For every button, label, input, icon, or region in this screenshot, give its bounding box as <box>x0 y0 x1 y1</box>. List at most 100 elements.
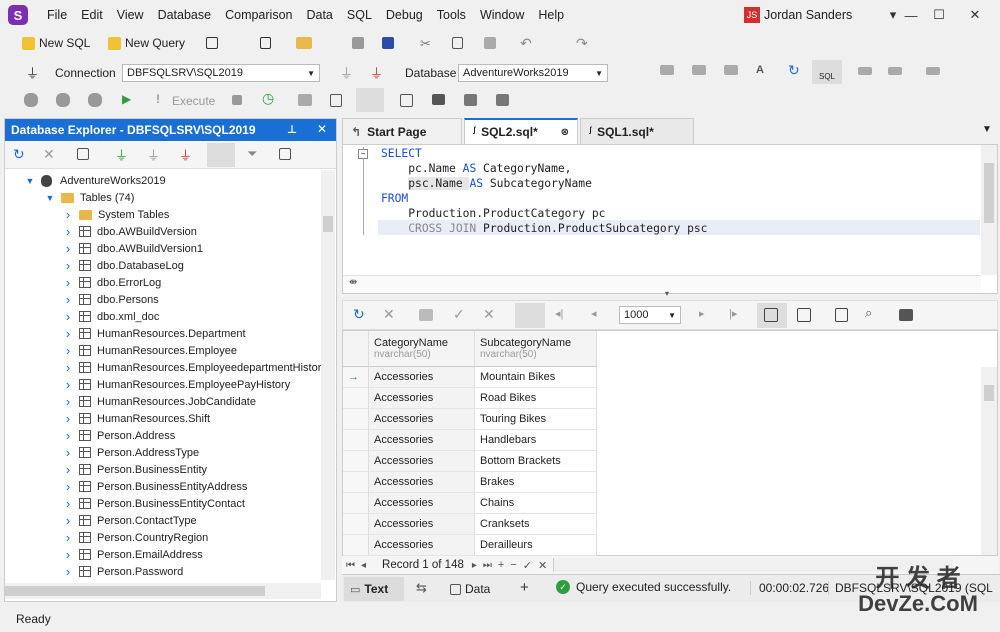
last-record-icon[interactable]: ⏭ <box>483 560 492 571</box>
menu-file[interactable]: File <box>40 8 74 22</box>
row-header[interactable] <box>343 451 369 472</box>
table-cell[interactable]: Accessories <box>369 472 475 493</box>
database-icon[interactable] <box>24 93 38 107</box>
chevron-right-icon[interactable]: › <box>63 394 73 409</box>
grid-view-toggle[interactable] <box>515 303 545 328</box>
chevron-right-icon[interactable]: › <box>63 275 73 290</box>
save-icon[interactable] <box>352 37 364 49</box>
menu-comparison[interactable]: Comparison <box>218 8 299 22</box>
tree-table-item[interactable]: › dbo.AWBuildVersion1 <box>63 240 203 257</box>
table-cell[interactable]: Accessories <box>369 388 475 409</box>
tab-start-page[interactable]: ↰ Start Page <box>342 118 462 144</box>
duplicate-icon[interactable] <box>77 148 89 160</box>
outdent-icon[interactable] <box>888 67 902 75</box>
connect-explorer-icon[interactable]: ⏚ <box>147 145 160 164</box>
tab-sql2[interactable]: ᶴ SQL2.sql* ⊗ <box>464 118 578 144</box>
tree-table-item[interactable]: › dbo.xml_doc <box>63 308 160 325</box>
table-cell[interactable]: Accessories <box>369 430 475 451</box>
new-file-icon[interactable] <box>260 37 271 49</box>
disconnect-explorer-icon[interactable]: ⏚ <box>179 145 192 164</box>
new-connection-icon[interactable]: ⏚ <box>115 145 128 164</box>
tree-table-item[interactable]: › Person.ContactType <box>63 512 197 529</box>
text-tab[interactable]: ▭ Text <box>344 577 404 601</box>
cancel-icon[interactable]: ✕ <box>383 306 395 323</box>
row-header[interactable] <box>343 430 369 451</box>
filter-icon[interactable]: ⏷ <box>247 146 257 162</box>
tab-sql1[interactable]: ᶴ SQL1.sql* <box>580 118 694 144</box>
stop-icon[interactable] <box>232 95 242 105</box>
save-all-icon[interactable] <box>382 37 394 49</box>
table-cell[interactable]: Accessories <box>369 451 475 472</box>
tree-table-item[interactable]: › Person.AddressType <box>63 444 199 461</box>
indent-icon[interactable] <box>858 67 872 75</box>
menu-data[interactable]: Data <box>299 8 339 22</box>
settings-icon[interactable] <box>279 148 291 160</box>
tree-table-item[interactable]: › dbo.ErrorLog <box>63 274 161 291</box>
chevron-right-icon[interactable]: › <box>63 428 73 443</box>
chevron-right-icon[interactable]: › <box>63 241 73 256</box>
export-data-icon[interactable] <box>899 309 913 321</box>
editor-scrollbar[interactable] <box>981 145 997 275</box>
avatar[interactable]: JS <box>744 7 760 23</box>
table-cell[interactable]: Accessories <box>369 514 475 535</box>
pin-icon[interactable]: ⊥ <box>287 123 297 136</box>
row-header[interactable] <box>343 472 369 493</box>
close-window-button[interactable]: ✕ <box>966 6 984 24</box>
tree-table-item[interactable]: › dbo.DatabaseLog <box>63 257 184 274</box>
editor-hscrollbar[interactable]: ⇼ <box>343 275 981 293</box>
disconnect-icon[interactable]: ⏚ <box>370 63 383 82</box>
undo-icon[interactable]: ↶ <box>520 35 532 52</box>
row-header[interactable]: → <box>343 367 369 388</box>
table-cell[interactable]: Road Bikes <box>475 388 597 409</box>
explain-plan-icon[interactable] <box>298 94 312 106</box>
database-edit-icon[interactable] <box>56 93 70 107</box>
chevron-right-icon[interactable]: › <box>63 309 73 324</box>
open-folder-icon[interactable] <box>296 37 312 49</box>
page-size-select[interactable]: 1000 ▼ <box>619 306 681 324</box>
row-header[interactable] <box>343 535 369 556</box>
refresh-icon[interactable]: ↻ <box>788 62 800 79</box>
prev-record-icon[interactable]: ◂ <box>361 560 366 571</box>
table-cell[interactable]: Accessories <box>369 409 475 430</box>
paste-icon[interactable] <box>484 37 496 49</box>
tab-list-dropdown-icon[interactable]: ▼ <box>982 124 992 135</box>
table-cell[interactable]: Brakes <box>475 472 597 493</box>
tree-table-item[interactable]: › Person.BusinessEntityAddress <box>63 478 248 495</box>
table-cell[interactable]: Chains <box>475 493 597 514</box>
chevron-right-icon[interactable]: › <box>63 462 73 477</box>
swap-icon[interactable]: ⇆ <box>416 580 427 596</box>
table-cell[interactable]: Derailleurs <box>475 535 597 556</box>
new-sql-button[interactable]: New SQL <box>22 36 90 50</box>
chevron-right-icon[interactable]: › <box>63 343 73 358</box>
tree-table-item[interactable]: › Person.BusinessEntity <box>63 461 207 478</box>
menu-debug[interactable]: Debug <box>379 8 430 22</box>
column-header-subcategoryname[interactable]: SubcategoryName nvarchar(50) <box>475 331 597 367</box>
plug-icon[interactable]: ⏚ <box>26 63 39 82</box>
splitter-handle-icon[interactable]: ▾ <box>665 289 669 298</box>
object-view-toggle[interactable] <box>207 143 235 167</box>
cut-icon[interactable]: ✂ <box>420 36 431 52</box>
discard-changes-icon[interactable]: ✕ <box>483 306 495 323</box>
table-cell[interactable]: Accessories <box>369 493 475 514</box>
comment-icon[interactable] <box>926 67 940 75</box>
table-cell[interactable]: Touring Bikes <box>475 409 597 430</box>
report-icon[interactable] <box>496 94 509 106</box>
account-dropdown-icon[interactable]: ▾ <box>884 6 902 24</box>
apply-changes-icon[interactable]: ✓ <box>453 306 465 323</box>
chevron-right-icon[interactable]: › <box>63 326 73 341</box>
confirm-record-icon[interactable]: ✓ <box>523 559 532 572</box>
refresh-results-icon[interactable]: ↻ <box>353 306 365 323</box>
delete-icon[interactable]: ✕ <box>43 146 55 163</box>
search-icon[interactable]: ⌕ <box>865 305 872 321</box>
split-icon[interactable]: ⇼ <box>349 277 357 288</box>
new-document-icon[interactable] <box>206 37 218 49</box>
chevron-right-icon[interactable]: › <box>63 547 73 562</box>
table-cell[interactable]: Cranksets <box>475 514 597 535</box>
database-run-icon[interactable] <box>88 93 102 107</box>
close-tab-icon[interactable]: ⊗ <box>561 127 569 138</box>
grid-mode-toggle[interactable] <box>757 303 787 328</box>
chevron-right-icon[interactable]: › <box>63 224 73 239</box>
chevron-right-icon[interactable]: › <box>63 258 73 273</box>
menu-view[interactable]: View <box>110 8 151 22</box>
preview-icon[interactable] <box>692 65 706 75</box>
